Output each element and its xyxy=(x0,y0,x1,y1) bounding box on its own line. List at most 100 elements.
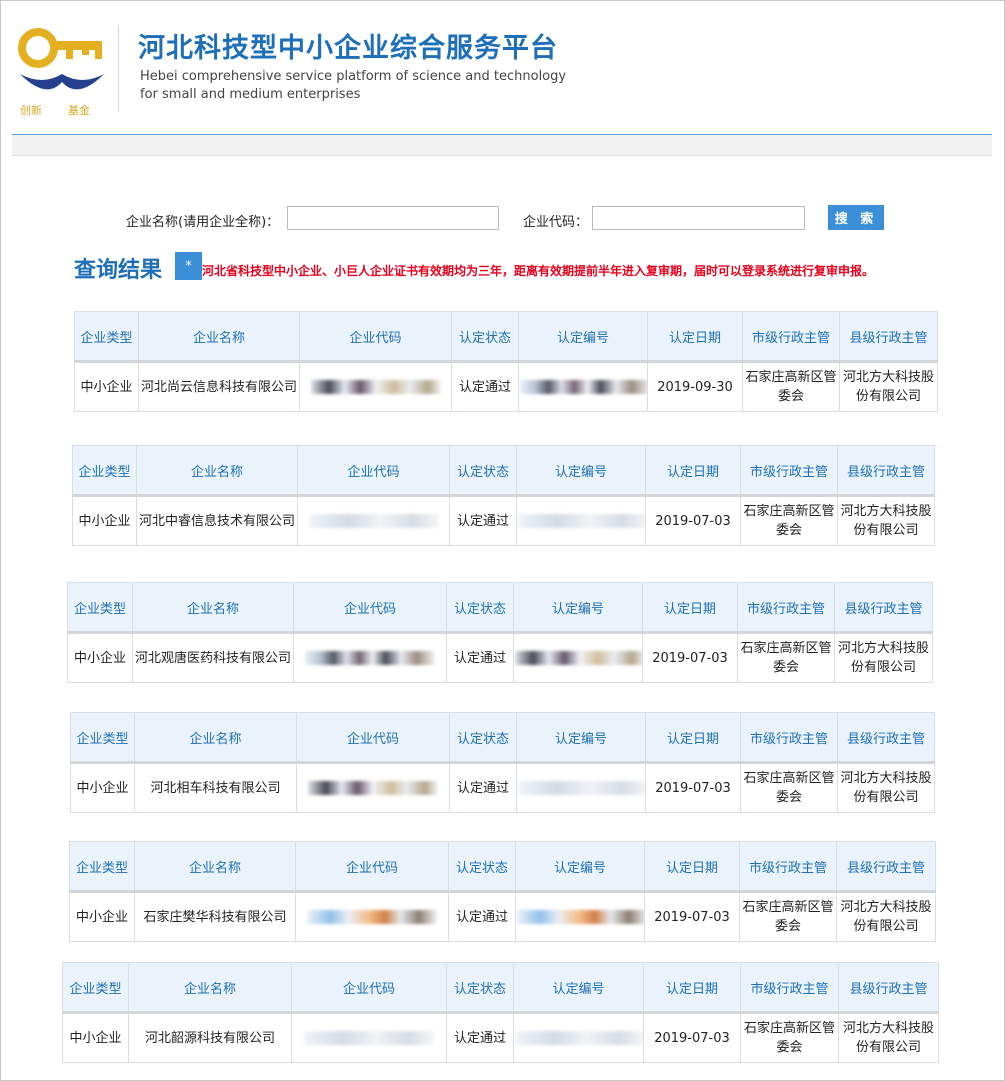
column-header-code: 企业代码 xyxy=(296,712,450,764)
table-header-row: 企业类型 企业名称 企业代码 认定状态 认定编号 认定日期 市级行政主管 县级行政主管 xyxy=(69,841,936,893)
logo: 创新 基金 xyxy=(16,22,108,117)
cell-date: 2019-07-03 xyxy=(643,1012,741,1063)
site-subtitle: Hebei comprehensive service platform of … xyxy=(140,68,660,104)
cell-type: 中小企业 xyxy=(70,762,135,813)
cell-code xyxy=(299,361,452,412)
column-header-cert-no: 认定编号 xyxy=(515,841,645,893)
column-header-name: 企业名称 xyxy=(128,962,292,1014)
site-header: 创新 基金 河北科技型中小企业综合服务平台 Hebei comprehensiv… xyxy=(12,8,992,135)
table-row: 中小企业 河北韶源科技有限公司 认定通过 2019-07-03 石家庄高新区管委会 河北方… xyxy=(62,1012,939,1063)
validity-notice: 河北省科技型中小企业、小巨人企业证书有效期均为三年，距离有效期提前半年进入复审期… xyxy=(202,264,875,278)
star-marker-icon: * xyxy=(175,252,202,280)
logo-text-right: 基金 xyxy=(68,104,90,117)
cell-cert-no xyxy=(513,1012,644,1063)
result-table: 企业类型 企业名称 企业代码 认定状态 认定编号 认定日期 市级行政主管 县级行政主管 中小企业… xyxy=(74,311,938,412)
cell-cert-no xyxy=(513,632,643,683)
column-header-city-admin: 市级行政主管 xyxy=(740,445,838,497)
cell-city-admin: 石家庄高新区管委会 xyxy=(742,361,840,412)
column-header-type: 企业类型 xyxy=(72,445,137,497)
site-subtitle-line1: Hebei comprehensive service platform of … xyxy=(140,69,567,84)
redacted-cert-no xyxy=(518,781,645,795)
cell-date: 2019-07-03 xyxy=(642,632,738,683)
cell-name: 河北观唐医药科技有限公司 xyxy=(132,632,294,683)
cell-cert-no xyxy=(516,495,646,546)
cell-status: 认定通过 xyxy=(449,762,517,813)
cell-status: 认定通过 xyxy=(446,632,514,683)
column-header-cert-no: 认定编号 xyxy=(513,962,644,1014)
nav-band xyxy=(12,135,992,156)
column-header-city-admin: 市级行政主管 xyxy=(740,712,838,764)
redacted-code xyxy=(310,380,441,394)
column-header-cert-no: 认定编号 xyxy=(516,712,646,764)
column-header-type: 企业类型 xyxy=(69,841,135,893)
redacted-code xyxy=(308,781,438,795)
cell-status: 认定通过 xyxy=(446,1012,514,1063)
column-header-type: 企业类型 xyxy=(67,582,133,634)
column-header-type: 企业类型 xyxy=(70,712,135,764)
cell-city-admin: 石家庄高新区管委会 xyxy=(740,495,838,546)
cell-county-admin: 河北方大科技股份有限公司 xyxy=(836,891,936,942)
cell-status: 认定通过 xyxy=(451,361,519,412)
column-header-county-admin: 县级行政主管 xyxy=(834,582,933,634)
column-header-city-admin: 市级行政主管 xyxy=(739,841,837,893)
table-header-row: 企业类型 企业名称 企业代码 认定状态 认定编号 认定日期 市级行政主管 县级行政主管 xyxy=(70,712,935,764)
result-table: 企业类型 企业名称 企业代码 认定状态 认定编号 认定日期 市级行政主管 县级行政主管 中小企业… xyxy=(72,445,935,546)
key-logo-icon xyxy=(18,28,104,90)
cell-date: 2019-07-03 xyxy=(644,891,740,942)
company-name-input[interactable] xyxy=(287,206,499,230)
cell-type: 中小企业 xyxy=(72,495,137,546)
column-header-code: 企业代码 xyxy=(291,962,447,1014)
redacted-cert-no xyxy=(520,380,647,394)
redacted-code xyxy=(305,651,435,665)
column-header-name: 企业名称 xyxy=(132,582,294,634)
column-header-status: 认定状态 xyxy=(446,582,514,634)
cell-status: 认定通过 xyxy=(449,495,517,546)
cell-type: 中小企业 xyxy=(62,1012,129,1063)
column-header-name: 企业名称 xyxy=(134,841,296,893)
column-header-code: 企业代码 xyxy=(297,445,450,497)
cell-name: 河北中睿信息技术有限公司 xyxy=(136,495,298,546)
company-name-label: 企业名称(请用企业全称)： xyxy=(126,215,280,230)
column-header-county-admin: 县级行政主管 xyxy=(838,962,939,1014)
cell-status: 认定通过 xyxy=(448,891,516,942)
header-divider xyxy=(118,26,119,112)
company-code-label: 企业代码： xyxy=(523,215,589,230)
redacted-code xyxy=(307,910,437,924)
cell-cert-no xyxy=(515,891,645,942)
column-header-date: 认定日期 xyxy=(645,712,741,764)
cell-city-admin: 石家庄高新区管委会 xyxy=(739,891,837,942)
column-header-county-admin: 县级行政主管 xyxy=(836,841,936,893)
table-row: 中小企业 河北观唐医药科技有限公司 认定通过 2019-07-03 石家庄高新区管委会河… xyxy=(67,632,933,683)
cell-county-admin: 河北方大科技股份有限公司 xyxy=(837,495,935,546)
cell-cert-no xyxy=(516,762,646,813)
redacted-cert-no xyxy=(518,514,645,528)
column-header-code: 企业代码 xyxy=(295,841,449,893)
column-header-date: 认定日期 xyxy=(643,962,741,1014)
column-header-code: 企业代码 xyxy=(293,582,447,634)
results-title: 查询结果 xyxy=(74,258,163,283)
column-header-name: 企业名称 xyxy=(134,712,297,764)
cell-date: 2019-07-03 xyxy=(645,762,741,813)
table-row: 中小企业 河北中睿信息技术有限公司 认定通过 2019-07-03 石家庄高新区管委会河… xyxy=(72,495,935,546)
column-header-date: 认定日期 xyxy=(645,445,741,497)
table-row: 中小企业 河北尚云信息科技有限公司 认定通过 2019-09-30 石家庄高新区管委会河… xyxy=(74,361,938,412)
cell-type: 中小企业 xyxy=(74,361,139,412)
column-header-city-admin: 市级行政主管 xyxy=(737,582,835,634)
result-table: 企业类型 企业名称 企业代码 认定状态 认定编号 认定日期 市级行政主管 县级行政主管 中小企业… xyxy=(69,841,936,942)
cell-county-admin: 河北方大科技股份有限公司 xyxy=(839,361,938,412)
column-header-type: 企业类型 xyxy=(62,962,129,1014)
cell-cert-no xyxy=(518,361,648,412)
table-header-row: 企业类型 企业名称 企业代码 认定状态 认定编号 认定日期 市级行政主管 县级行政主管 xyxy=(62,962,939,1014)
cell-code xyxy=(293,632,447,683)
cell-name: 河北相车科技有限公司 xyxy=(134,762,297,813)
table-header-row: 企业类型 企业名称 企业代码 认定状态 认定编号 认定日期 市级行政主管 县级行政主管 xyxy=(74,311,938,363)
cell-type: 中小企业 xyxy=(67,632,133,683)
result-table: 企业类型 企业名称 企业代码 认定状态 认定编号 认定日期 市级行政主管 县级行政主管 中小企业… xyxy=(70,712,935,813)
result-table: 企业类型 企业名称 企业代码 认定状态 认定编号 认定日期 市级行政主管 县级行政主管 中小企业… xyxy=(62,962,939,1063)
cell-city-admin: 石家庄高新区管委会 xyxy=(740,762,838,813)
result-table: 企业类型 企业名称 企业代码 认定状态 认定编号 认定日期 市级行政主管 县级行政主管 中小企业… xyxy=(67,582,933,683)
column-header-name: 企业名称 xyxy=(138,311,300,363)
company-code-input[interactable] xyxy=(592,206,805,230)
redacted-cert-no xyxy=(515,651,642,665)
search-button[interactable]: 搜 索 xyxy=(828,205,884,230)
